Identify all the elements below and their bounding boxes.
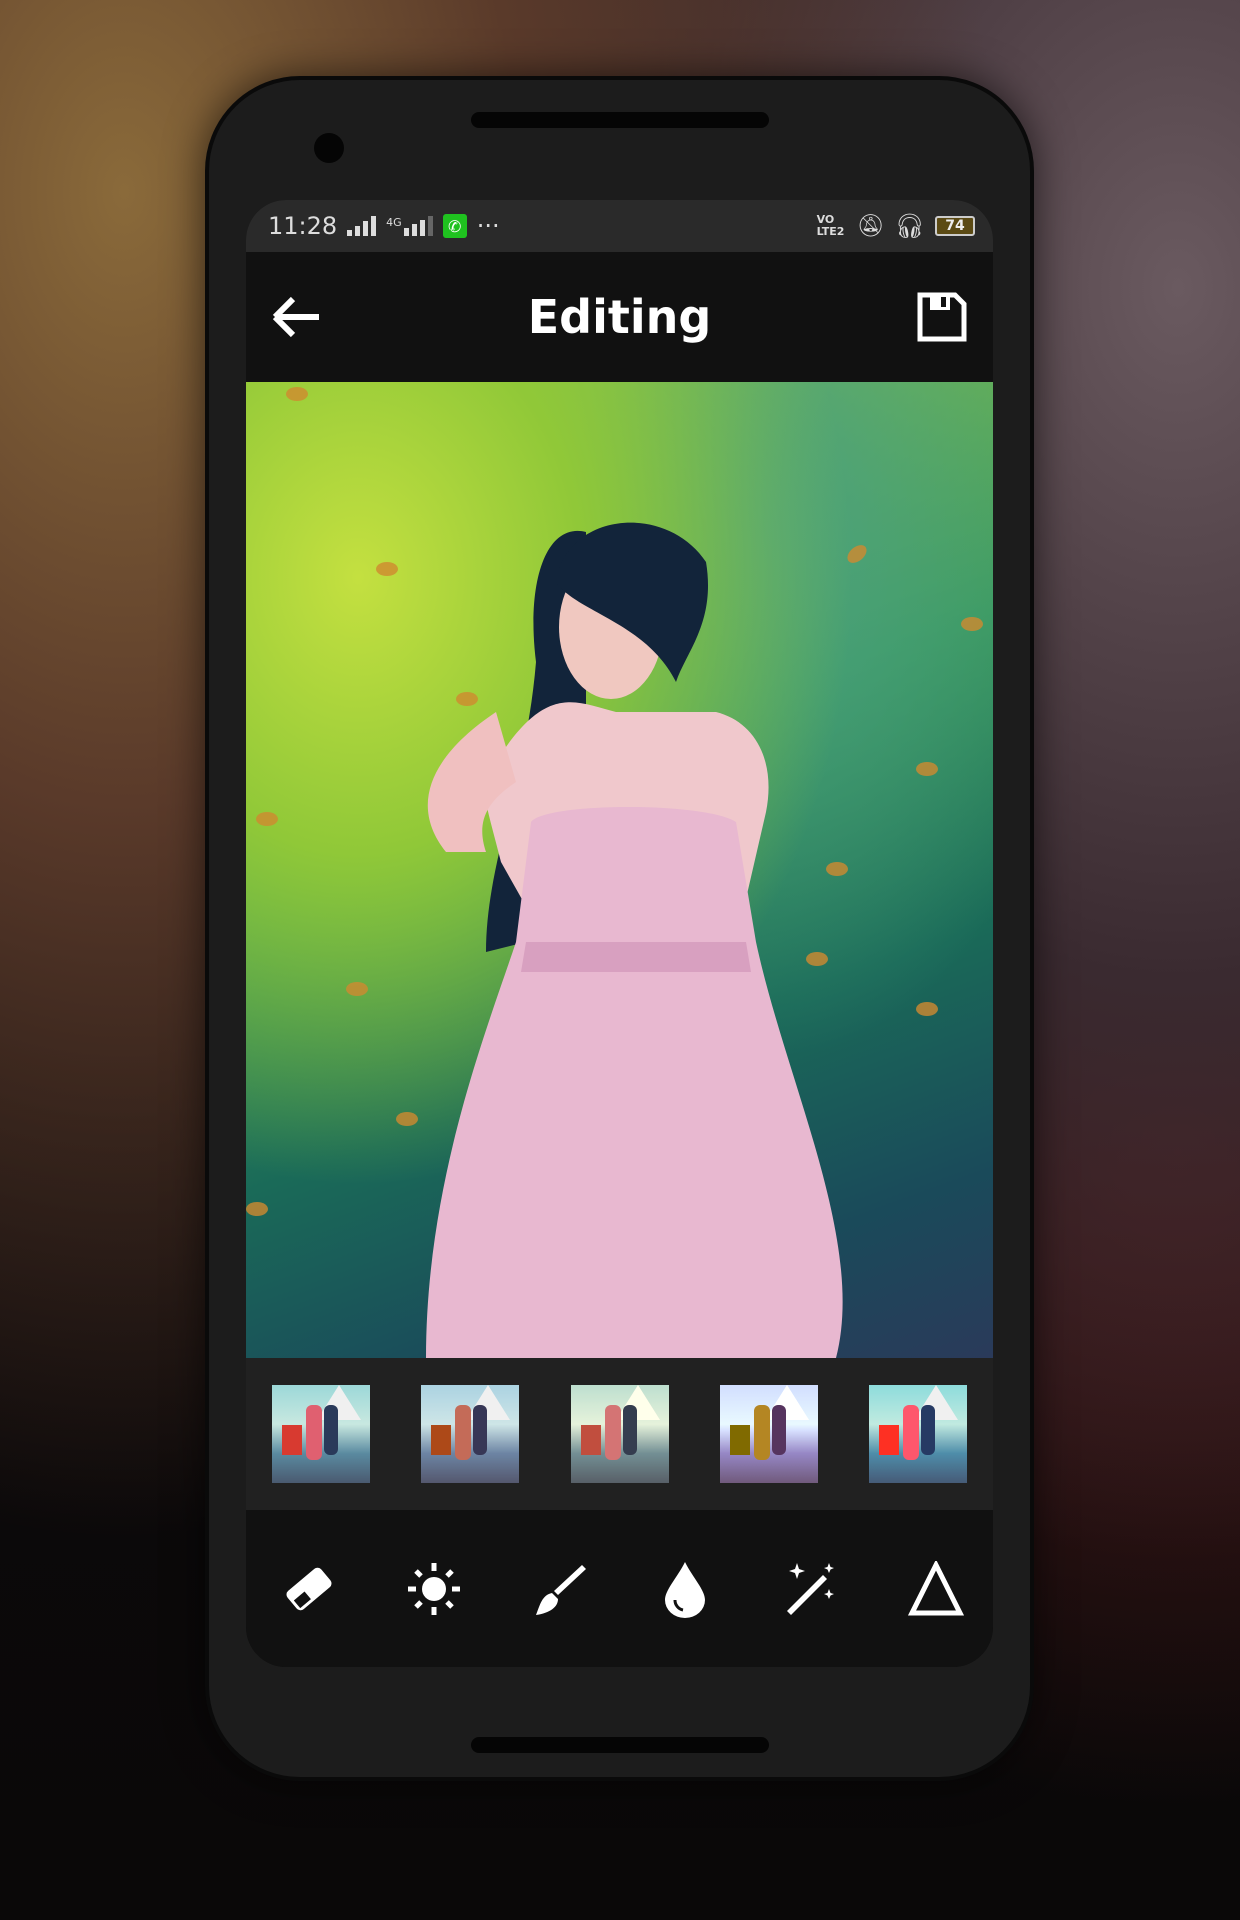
app-screen: 11:28 4G ✆ ··· VO LTE2 🔕︎ 🎧︎ 74 Editing xyxy=(246,200,993,1667)
floppy-disk-icon xyxy=(917,292,967,342)
app-toolbar: Editing xyxy=(246,252,993,382)
arrow-left-icon xyxy=(272,296,319,338)
triangle-icon xyxy=(907,1560,964,1615)
eraser-icon xyxy=(286,1567,332,1610)
filter-strip xyxy=(246,1358,993,1510)
brush-button[interactable] xyxy=(525,1554,595,1624)
signal-icon xyxy=(347,216,377,236)
filter-thumbnail-3[interactable] xyxy=(570,1385,669,1483)
signal-4g-icon: 4G xyxy=(386,216,433,236)
filter-thumbnail-4[interactable] xyxy=(719,1385,818,1483)
page-title: Editing xyxy=(527,290,712,344)
filter-thumbnail-1[interactable] xyxy=(272,1385,370,1483)
eraser-button[interactable] xyxy=(274,1554,344,1624)
magic-wand-icon xyxy=(786,1562,834,1615)
whatsapp-icon: ✆ xyxy=(442,214,467,238)
back-button[interactable] xyxy=(262,282,332,352)
brush-icon xyxy=(535,1564,586,1615)
color-drop-button[interactable] xyxy=(650,1554,720,1624)
filter-thumbnail-5[interactable] xyxy=(869,1385,967,1483)
phone-bottom-bar xyxy=(471,1737,769,1753)
status-time: 11:28 xyxy=(268,212,338,240)
phone-speaker xyxy=(471,112,769,128)
magic-wand-button[interactable] xyxy=(776,1554,846,1624)
drop-icon xyxy=(665,1561,706,1618)
more-icon: ··· xyxy=(476,212,500,240)
edited-photo-canvas[interactable] xyxy=(246,382,993,1358)
battery-icon: 74 xyxy=(935,216,975,236)
tool-bar xyxy=(246,1510,993,1667)
headphones-icon: 🎧︎ xyxy=(894,212,925,240)
phone-camera xyxy=(314,133,344,163)
shape-button[interactable] xyxy=(901,1554,971,1624)
brightness-icon xyxy=(408,1562,461,1615)
brightness-button[interactable] xyxy=(399,1554,469,1624)
save-button[interactable] xyxy=(907,282,977,352)
volte-icon: VO LTE2 xyxy=(816,213,845,238)
photo-subject xyxy=(426,522,843,1358)
mute-vibrate-icon: 🔕︎ xyxy=(856,213,885,239)
filter-thumbnail-2[interactable] xyxy=(421,1385,520,1483)
status-bar: 11:28 4G ✆ ··· VO LTE2 🔕︎ 🎧︎ 74 xyxy=(246,200,993,252)
